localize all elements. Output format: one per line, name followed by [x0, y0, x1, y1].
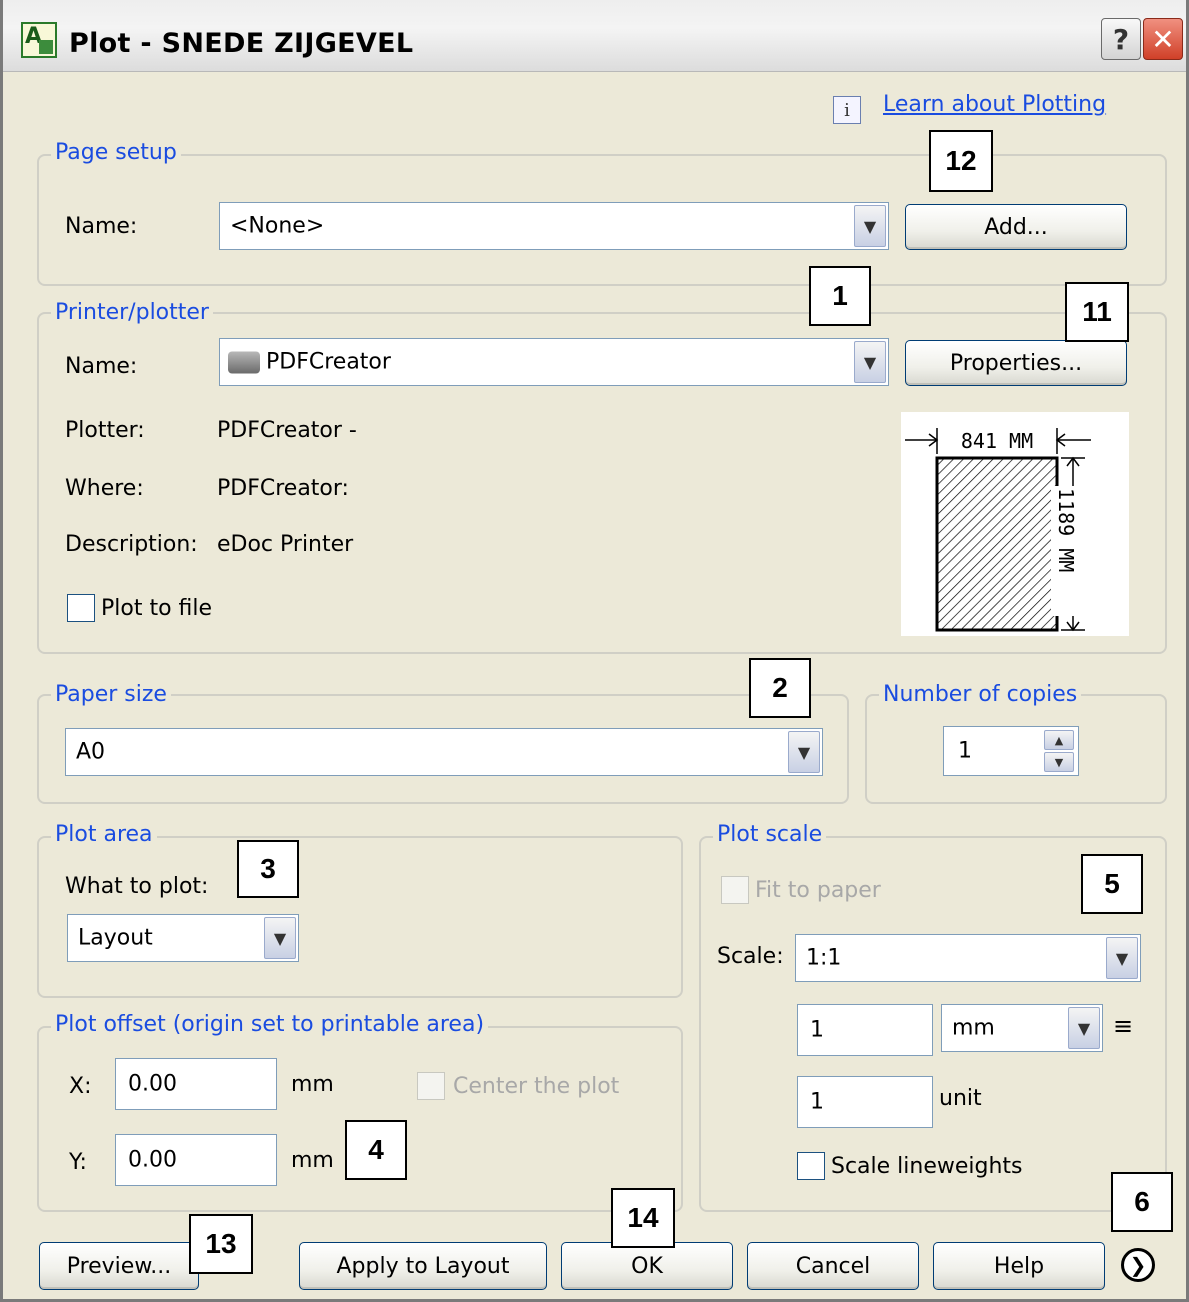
callout-1: 1 [809, 266, 871, 326]
plot-offset-title: Plot offset (origin set to printable are… [51, 1012, 489, 1037]
info-icon: i [833, 96, 861, 124]
what-to-plot-value: Layout [78, 925, 153, 951]
paper-preview: 841 MM 1189 MM [901, 412, 1129, 636]
autocad-app-icon: A [21, 22, 57, 58]
center-plot-label: Center the plot [453, 1074, 620, 1099]
x-unit-label: mm [291, 1072, 334, 1097]
what-to-plot-label: What to plot: [65, 874, 209, 899]
scale-label: Scale: [717, 944, 784, 969]
apply-to-layout-button[interactable]: Apply to Layout [299, 1242, 547, 1290]
callout-3: 3 [237, 840, 299, 898]
y-offset-value: 0.00 [128, 1147, 177, 1173]
center-plot-checkbox[interactable] [417, 1072, 445, 1100]
paper-size-combo[interactable]: A0 ▼ [65, 728, 823, 776]
chevron-down-icon[interactable]: ▼ [264, 917, 296, 959]
fit-to-paper-checkbox[interactable] [721, 876, 749, 904]
paper-height-label: 1189 MM [1054, 488, 1078, 572]
x-offset-value: 0.00 [128, 1071, 177, 1097]
close-button[interactable]: ✕ [1143, 18, 1183, 60]
help-title-button[interactable]: ? [1101, 18, 1141, 60]
fit-to-paper-label: Fit to paper [755, 878, 881, 903]
description-value: eDoc Printer [217, 532, 354, 557]
printer-name-value: PDFCreator [266, 349, 391, 375]
plotter-value: PDFCreator - [217, 418, 357, 443]
where-value: PDFCreator: [217, 476, 349, 501]
unit-label: unit [939, 1086, 982, 1111]
units-value: mm [952, 1015, 995, 1041]
spin-down-icon[interactable]: ▼ [1044, 752, 1074, 772]
unit-input[interactable]: 1 [797, 1076, 933, 1128]
callout-2: 2 [749, 658, 811, 718]
callout-4: 4 [345, 1120, 407, 1180]
y-unit-label: mm [291, 1148, 334, 1173]
window-title: Plot - SNEDE ZIJGEVEL [69, 28, 414, 59]
chevron-down-icon[interactable]: ▼ [1106, 937, 1138, 979]
equals-sign: ≡ [1113, 1012, 1134, 1040]
paper-width-label: 841 MM [961, 429, 1033, 453]
plot-dialog: A Plot - SNEDE ZIJGEVEL ? ✕ i Learn abou… [0, 0, 1189, 1302]
page-setup-title: Page setup [51, 140, 181, 165]
callout-12: 12 [929, 130, 993, 192]
chevron-down-icon[interactable]: ▼ [788, 731, 820, 773]
where-label: Where: [65, 476, 144, 501]
x-label: X: [69, 1074, 92, 1099]
y-label: Y: [69, 1150, 87, 1175]
copies-title: Number of copies [879, 682, 1082, 707]
printer-name-label: Name: [65, 354, 138, 379]
properties-button[interactable]: Properties... [905, 340, 1127, 386]
printer-icon [228, 351, 260, 374]
page-setup-name-value: <None> [230, 213, 325, 239]
copies-value: 1 [958, 738, 972, 764]
ok-button[interactable]: OK [561, 1242, 733, 1290]
scale-value: 1:1 [806, 945, 842, 971]
paper-preview-diagram: 841 MM 1189 MM [905, 428, 1091, 632]
paper-size-value: A0 [76, 739, 106, 765]
description-label: Description: [65, 532, 198, 557]
add-button[interactable]: Add... [905, 204, 1127, 250]
cancel-button[interactable]: Cancel [747, 1242, 919, 1290]
paper-size-title: Paper size [51, 682, 171, 707]
scale-combo[interactable]: 1:1 ▼ [795, 934, 1141, 982]
plot-scale-title: Plot scale [713, 822, 827, 847]
scale-lineweights-checkbox[interactable] [797, 1152, 825, 1180]
mm-input[interactable]: 1 [797, 1004, 933, 1056]
printer-plotter-title: Printer/plotter [51, 300, 213, 325]
help-button[interactable]: Help [933, 1242, 1105, 1290]
callout-6: 6 [1111, 1172, 1173, 1232]
plot-to-file-label: Plot to file [101, 596, 213, 621]
title-bar: A Plot - SNEDE ZIJGEVEL ? ✕ [3, 0, 1186, 72]
units-combo[interactable]: mm ▼ [941, 1004, 1103, 1052]
chevron-down-icon[interactable]: ▼ [854, 341, 886, 383]
more-options-icon[interactable]: ❯ [1121, 1248, 1155, 1282]
page-setup-name-label: Name: [65, 214, 138, 239]
copies-spinner[interactable]: 1 ▲ ▼ [943, 726, 1079, 776]
x-offset-input[interactable]: 0.00 [115, 1058, 277, 1110]
learn-about-plotting-link[interactable]: Learn about Plotting [883, 92, 1106, 117]
what-to-plot-combo[interactable]: Layout ▼ [67, 914, 299, 962]
printer-name-combo[interactable]: PDFCreator ▼ [219, 338, 889, 386]
y-offset-input[interactable]: 0.00 [115, 1134, 277, 1186]
callout-11: 11 [1065, 282, 1129, 342]
plotter-label: Plotter: [65, 418, 145, 443]
callout-5: 5 [1081, 854, 1143, 914]
page-setup-name-combo[interactable]: <None> ▼ [219, 202, 889, 250]
callout-13: 13 [189, 1214, 253, 1274]
spin-up-icon[interactable]: ▲ [1044, 730, 1074, 750]
chevron-down-icon[interactable]: ▼ [854, 205, 886, 247]
mm-value: 1 [810, 1017, 824, 1043]
plot-area-title: Plot area [51, 822, 157, 847]
chevron-down-icon[interactable]: ▼ [1068, 1007, 1100, 1049]
preview-button[interactable]: Preview... [39, 1242, 199, 1290]
unit-value: 1 [810, 1089, 824, 1115]
scale-lineweights-label: Scale lineweights [831, 1154, 1023, 1179]
plot-to-file-checkbox[interactable] [67, 594, 95, 622]
callout-14: 14 [611, 1188, 675, 1248]
